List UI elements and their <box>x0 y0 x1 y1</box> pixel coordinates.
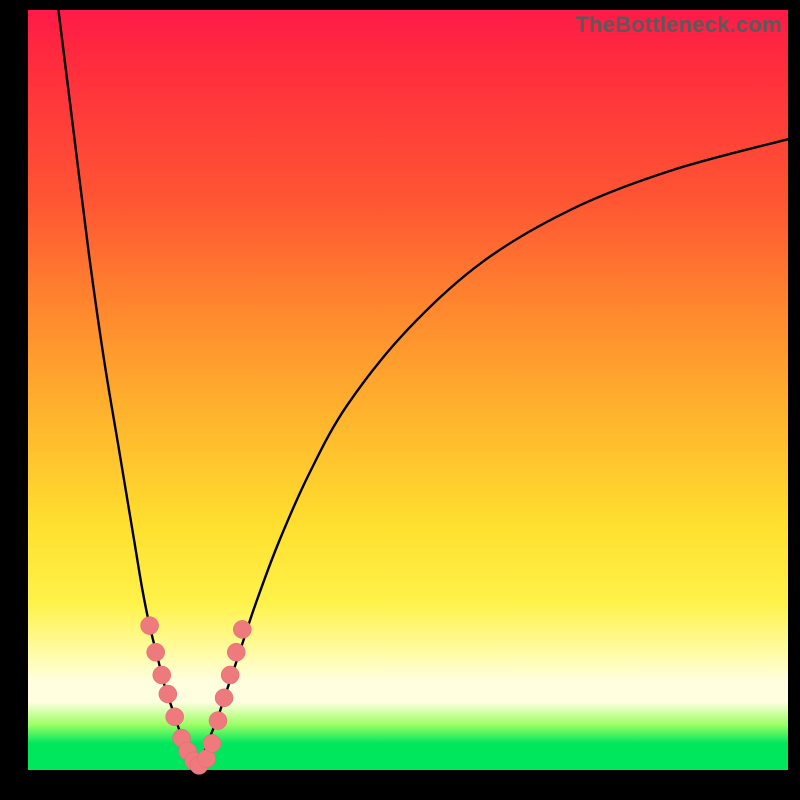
data-marker <box>209 712 227 730</box>
left-branch-curve <box>58 10 195 766</box>
curves-svg <box>28 10 788 770</box>
data-marker <box>233 620 251 638</box>
right-branch-curve <box>195 139 788 766</box>
data-marker <box>166 708 184 726</box>
data-marker <box>159 685 177 703</box>
data-marker <box>141 617 159 635</box>
data-marker <box>221 666 239 684</box>
markers-group <box>141 617 252 775</box>
data-marker <box>203 734 221 752</box>
data-marker <box>227 643 245 661</box>
data-marker <box>153 666 171 684</box>
plot-area: TheBottleneck.com <box>28 10 788 770</box>
data-marker <box>147 643 165 661</box>
chart-frame: TheBottleneck.com <box>0 0 800 800</box>
data-marker <box>215 689 233 707</box>
